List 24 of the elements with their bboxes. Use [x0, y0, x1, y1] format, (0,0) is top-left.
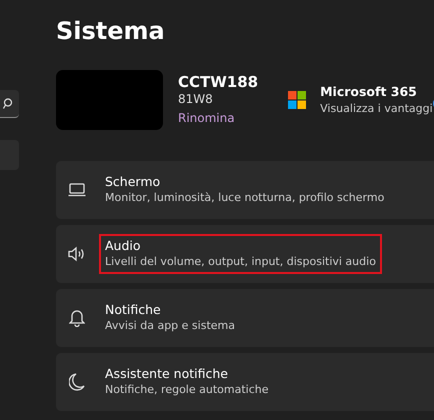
- rename-link[interactable]: Rinomina: [178, 110, 235, 125]
- settings-item[interactable]: Schermo Monitor, luminosità, luce notturna, profilo schermo: [56, 161, 434, 219]
- item-subtitle: Notifiche, regole automatiche: [105, 383, 268, 398]
- item-subtitle: Monitor, luminosità, luce notturna, profilo schermo: [105, 191, 384, 206]
- laptop-icon: [68, 183, 86, 197]
- item-title: Audio: [105, 238, 142, 256]
- device-model: 81W8: [178, 92, 214, 107]
- page-title: Sistema: [56, 16, 166, 46]
- promo-title: Microsoft 365: [320, 82, 418, 101]
- bell-icon: [69, 309, 85, 327]
- moon-icon: [69, 373, 85, 391]
- settings-item[interactable]: Audio Livelli del volume, output, input, dispositivi audio: [56, 225, 434, 283]
- windows-logo-icon: [288, 91, 306, 109]
- item-subtitle: Avvisi da app e sistema: [105, 319, 235, 334]
- device-name: CCTW188: [178, 73, 258, 92]
- item-subtitle: Livelli del volume, output, input, dispositivi audio: [105, 255, 376, 270]
- item-title: Assistente notifiche: [105, 366, 229, 384]
- search-icon: [3, 98, 13, 109]
- settings-item[interactable]: Notifiche Avvisi da app e sistema: [56, 289, 434, 347]
- item-title: Notifiche: [105, 302, 162, 320]
- settings-item[interactable]: Assistente notifiche Notifiche, regole automatiche: [56, 353, 434, 411]
- item-title: Schermo: [105, 174, 162, 192]
- promo-subtitle: Visualizza i vantaggi: [320, 101, 433, 118]
- speaker-icon: [68, 246, 86, 262]
